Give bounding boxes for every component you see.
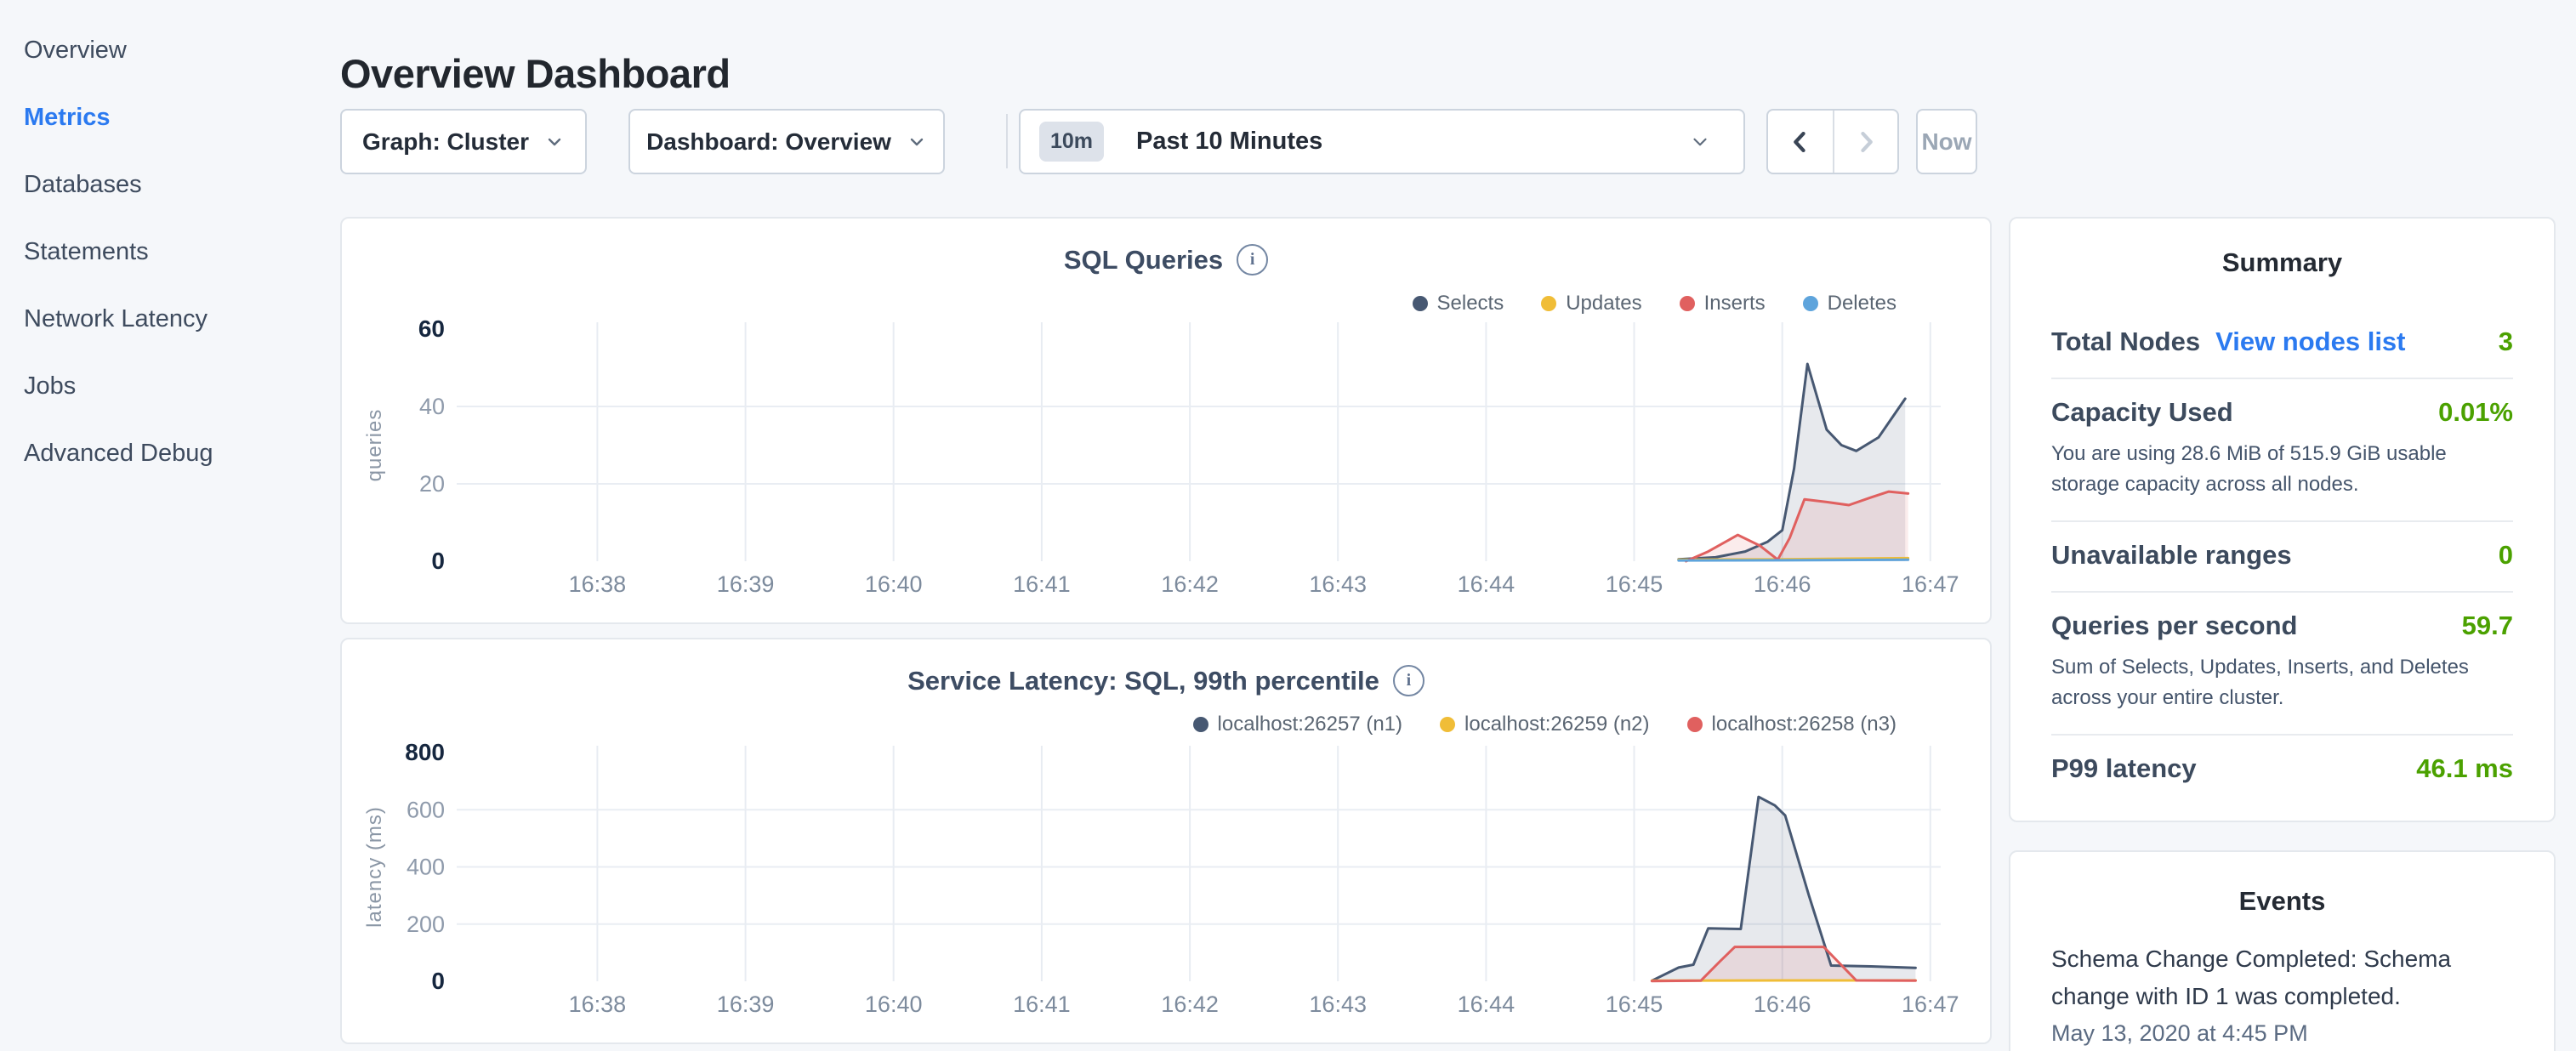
event-message: Schema Change Completed: Schema change w… bbox=[2051, 940, 2481, 1015]
svg-text:20: 20 bbox=[419, 471, 445, 497]
total-nodes-label: Total Nodes bbox=[2051, 327, 2200, 357]
svg-text:16:41: 16:41 bbox=[1013, 571, 1071, 597]
chevron-down-icon bbox=[544, 132, 565, 152]
svg-text:400: 400 bbox=[407, 855, 445, 880]
now-button[interactable]: Now bbox=[1916, 109, 1977, 174]
summary-row-p99-latency: P99 latency 46.1 ms bbox=[2051, 734, 2513, 804]
time-back-button[interactable] bbox=[1768, 111, 1833, 173]
sidebar-item-advanced-debug[interactable]: Advanced Debug bbox=[0, 420, 340, 487]
svg-text:16:38: 16:38 bbox=[569, 571, 627, 597]
svg-text:latency (ms): latency (ms) bbox=[363, 806, 386, 928]
chevron-right-icon bbox=[1851, 128, 1880, 156]
sidebar: Overview Metrics Databases Statements Ne… bbox=[0, 0, 340, 1051]
sidebar-item-metrics[interactable]: Metrics bbox=[0, 84, 340, 151]
svg-text:16:43: 16:43 bbox=[1309, 571, 1367, 597]
sidebar-item-jobs[interactable]: Jobs bbox=[0, 353, 340, 420]
svg-text:40: 40 bbox=[419, 394, 445, 419]
sql-queries-card: SQL Queries i SelectsUpdatesInsertsDelet… bbox=[340, 217, 1992, 624]
svg-text:16:39: 16:39 bbox=[717, 571, 775, 597]
svg-text:16:44: 16:44 bbox=[1458, 571, 1515, 597]
svg-text:16:44: 16:44 bbox=[1458, 991, 1515, 1017]
capacity-used-label: Capacity Used bbox=[2051, 397, 2233, 428]
svg-text:800: 800 bbox=[405, 739, 445, 765]
sidebar-item-overview[interactable]: Overview bbox=[0, 17, 340, 84]
time-window-badge: 10m bbox=[1039, 122, 1104, 162]
sidebar-item-databases[interactable]: Databases bbox=[0, 151, 340, 219]
controls-row: Graph: Cluster Dashboard: Overview 10m P… bbox=[340, 109, 2551, 174]
app-root: Overview Metrics Databases Statements Ne… bbox=[0, 0, 2576, 1051]
time-window-label: Past 10 Minutes bbox=[1136, 128, 1322, 156]
svg-text:16:38: 16:38 bbox=[569, 991, 627, 1017]
svg-text:60: 60 bbox=[418, 315, 445, 342]
events-panel: Events Schema Change Completed: Schema c… bbox=[2009, 850, 2556, 1051]
svg-text:600: 600 bbox=[407, 797, 445, 822]
svg-text:16:46: 16:46 bbox=[1754, 571, 1811, 597]
svg-text:0: 0 bbox=[431, 968, 445, 994]
svg-text:0: 0 bbox=[431, 548, 445, 574]
sidebar-item-statements[interactable]: Statements bbox=[0, 219, 340, 286]
capacity-used-value: 0.01% bbox=[2438, 397, 2513, 428]
graph-dropdown[interactable]: Graph: Cluster bbox=[340, 109, 587, 174]
unavailable-ranges-label: Unavailable ranges bbox=[2051, 540, 2292, 571]
svg-text:16:45: 16:45 bbox=[1606, 991, 1663, 1017]
svg-text:16:42: 16:42 bbox=[1161, 571, 1219, 597]
sidebar-item-network-latency[interactable]: Network Latency bbox=[0, 286, 340, 353]
queries-per-second-description: Sum of Selects, Updates, Inserts, and De… bbox=[2051, 652, 2513, 713]
summary-title: Summary bbox=[2051, 247, 2513, 278]
svg-text:16:42: 16:42 bbox=[1161, 991, 1219, 1017]
service-latency-card: Service Latency: SQL, 99th percentile i … bbox=[340, 638, 1992, 1044]
right-column: Summary Total Nodes View nodes list 3 Ca… bbox=[2009, 217, 2556, 1051]
svg-text:16:45: 16:45 bbox=[1606, 571, 1663, 597]
chevron-left-icon bbox=[1786, 128, 1815, 156]
svg-text:16:40: 16:40 bbox=[865, 571, 923, 597]
summary-row-total-nodes: Total Nodes View nodes list 3 bbox=[2051, 309, 2513, 378]
svg-text:16:47: 16:47 bbox=[1902, 991, 1959, 1017]
unavailable-ranges-value: 0 bbox=[2499, 540, 2513, 571]
queries-per-second-label: Queries per second bbox=[2051, 611, 2297, 641]
svg-text:16:43: 16:43 bbox=[1309, 991, 1367, 1017]
view-nodes-list-link[interactable]: View nodes list bbox=[2215, 327, 2405, 357]
time-step-buttons bbox=[1766, 109, 1899, 174]
summary-row-capacity-used: Capacity Used 0.01% You are using 28.6 M… bbox=[2051, 378, 2513, 520]
page-title: Overview Dashboard bbox=[340, 50, 731, 97]
chevron-down-icon bbox=[1689, 131, 1711, 153]
graph-dropdown-label: Graph: Cluster bbox=[362, 128, 529, 156]
event-list-item[interactable]: Schema Change Completed: Schema change w… bbox=[2051, 940, 2513, 1047]
svg-text:16:40: 16:40 bbox=[865, 991, 923, 1017]
svg-text:16:47: 16:47 bbox=[1902, 571, 1959, 597]
dashboard-dropdown[interactable]: Dashboard: Overview bbox=[628, 109, 945, 174]
svg-text:16:39: 16:39 bbox=[717, 991, 775, 1017]
summary-panel: Summary Total Nodes View nodes list 3 Ca… bbox=[2009, 217, 2556, 822]
service-latency-chart[interactable]: 16:38 16:39 16:40 16:41 16:42 16:43 16:44 16:45… bbox=[342, 639, 1993, 1050]
svg-text:200: 200 bbox=[407, 912, 445, 937]
event-timestamp: May 13, 2020 at 4:45 PM bbox=[2051, 1020, 2513, 1047]
time-window-selector[interactable]: 10m Past 10 Minutes bbox=[1019, 109, 1745, 174]
svg-text:16:41: 16:41 bbox=[1013, 991, 1071, 1017]
p99-latency-value: 46.1 ms bbox=[2416, 753, 2513, 784]
dashboard-dropdown-label: Dashboard: Overview bbox=[646, 128, 891, 156]
summary-row-queries-per-second: Queries per second 59.7 Sum of Selects, … bbox=[2051, 591, 2513, 734]
p99-latency-label: P99 latency bbox=[2051, 753, 2197, 784]
time-forward-button[interactable] bbox=[1833, 111, 1897, 173]
events-title: Events bbox=[2051, 886, 2513, 917]
queries-per-second-value: 59.7 bbox=[2462, 611, 2513, 641]
sql-queries-chart[interactable]: 16:38 16:39 16:40 16:41 16:42 16:43 16:44 16:45… bbox=[342, 219, 1993, 630]
capacity-used-description: You are using 28.6 MiB of 515.9 GiB usab… bbox=[2051, 439, 2513, 500]
chevron-down-icon bbox=[907, 132, 927, 152]
total-nodes-value: 3 bbox=[2499, 327, 2513, 357]
svg-text:16:46: 16:46 bbox=[1754, 991, 1811, 1017]
controls-divider bbox=[1006, 114, 1008, 168]
summary-row-unavailable-ranges: Unavailable ranges 0 bbox=[2051, 520, 2513, 591]
svg-text:queries: queries bbox=[363, 409, 386, 482]
